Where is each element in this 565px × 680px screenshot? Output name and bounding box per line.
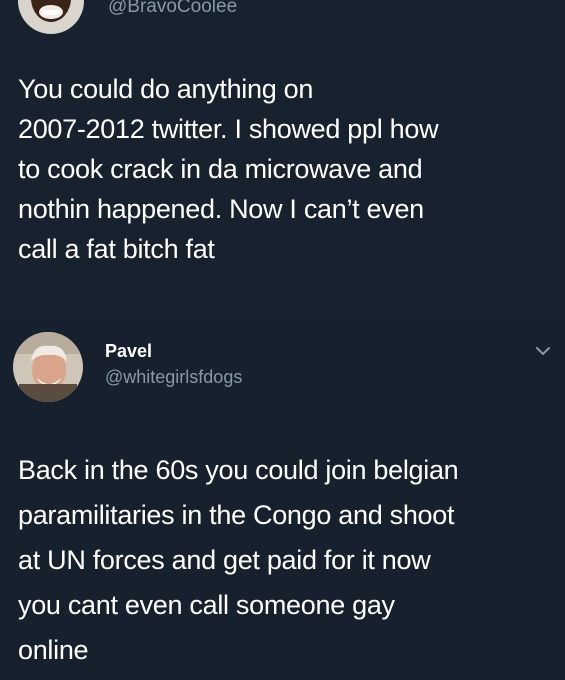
avatar-image xyxy=(18,0,84,34)
tweet-handle[interactable]: @whitegirlsfdogs xyxy=(105,367,242,388)
tweet-text-line: online xyxy=(18,635,89,665)
tweet-text-line: paramilitaries in the Congo and shoot xyxy=(18,500,455,530)
tweet-text-line: at UN forces and get paid for it now xyxy=(18,545,431,575)
chevron-down-icon[interactable] xyxy=(534,344,552,358)
tweet-text: You could do anything on 2007-2012 twitt… xyxy=(18,69,439,269)
tweet-bravocoolee[interactable]: @BravoCoolee You could do anything on 20… xyxy=(0,0,565,318)
tweet-pavel[interactable]: Pavel @whitegirlsfdogs Back in the 60s y… xyxy=(0,318,565,680)
tweet-text-line: 2007-2012 twitter. I showed ppl how xyxy=(18,114,439,144)
tweet-text-line: to cook crack in da microwave and xyxy=(18,154,423,184)
tweet-text-line: You could do anything on xyxy=(18,74,314,104)
display-name[interactable]: Pavel xyxy=(105,341,152,362)
tweet-text-line: Back in the 60s you could join belgian xyxy=(18,455,459,485)
tweet-text-line: nothin happened. Now I can’t even xyxy=(18,194,424,224)
tweet-handle[interactable]: @BravoCoolee xyxy=(108,0,237,18)
avatar-image xyxy=(13,332,83,402)
tweet-text-line: you cant even call someone gay xyxy=(18,590,395,620)
avatar[interactable] xyxy=(18,0,84,34)
avatar[interactable] xyxy=(13,332,83,402)
tweet-text-line: call a fat bitch fat xyxy=(18,234,215,264)
tweet-text: Back in the 60s you could join belgian p… xyxy=(18,448,459,673)
